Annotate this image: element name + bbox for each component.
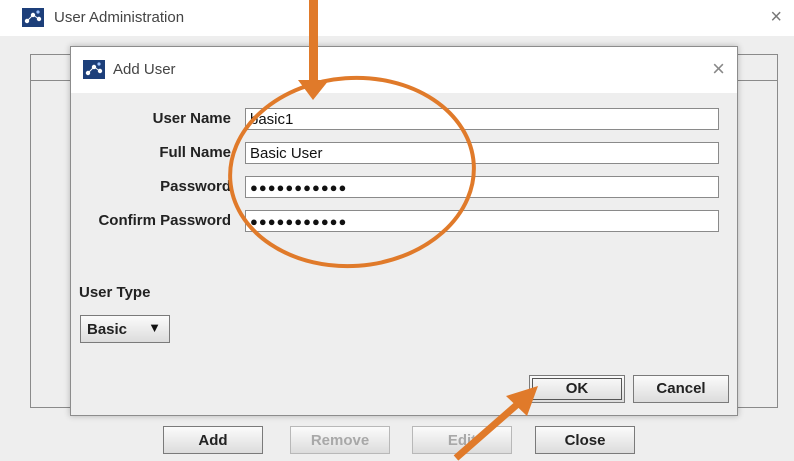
user-list-header-left: [30, 54, 74, 81]
network-nodes-icon: [83, 60, 105, 79]
user-list-panel-left: [30, 54, 75, 408]
user-list-panel-right: [735, 54, 778, 408]
user-name-label: User Name: [152, 110, 231, 127]
add-button[interactable]: Add: [163, 426, 263, 454]
add-user-dialog: Add User × User Name basic1 Full Name Ba…: [70, 46, 738, 416]
password-label: Password: [160, 178, 231, 195]
outer-titlebar: User Administration ×: [0, 0, 794, 36]
user-type-dropdown[interactable]: Basic ▼: [80, 315, 170, 343]
user-type-selected-value: Basic: [87, 321, 128, 338]
user-name-input[interactable]: basic1: [245, 108, 719, 130]
edit-button[interactable]: Edit: [412, 426, 512, 454]
full-name-input[interactable]: Basic User: [245, 142, 719, 164]
close-button[interactable]: Close: [535, 426, 635, 454]
confirm-password-input[interactable]: ●●●●●●●●●●●: [245, 210, 719, 232]
user-list-header-right: [735, 54, 777, 81]
network-nodes-icon: [22, 8, 44, 27]
ok-button[interactable]: OK: [529, 375, 625, 403]
remove-button[interactable]: Remove: [290, 426, 390, 454]
chevron-down-icon: ▼: [148, 320, 161, 335]
confirm-password-label: Confirm Password: [98, 212, 231, 229]
password-input[interactable]: ●●●●●●●●●●●: [245, 176, 719, 198]
dialog-title: Add User: [113, 61, 176, 78]
dialog-close-icon[interactable]: ×: [712, 57, 725, 81]
user-type-label: User Type: [79, 284, 151, 301]
dialog-titlebar: Add User ×: [71, 47, 737, 93]
cancel-button[interactable]: Cancel: [633, 375, 729, 403]
outer-close-icon[interactable]: ×: [770, 6, 782, 28]
outer-window-title: User Administration: [54, 9, 185, 26]
full-name-label: Full Name: [159, 144, 231, 161]
